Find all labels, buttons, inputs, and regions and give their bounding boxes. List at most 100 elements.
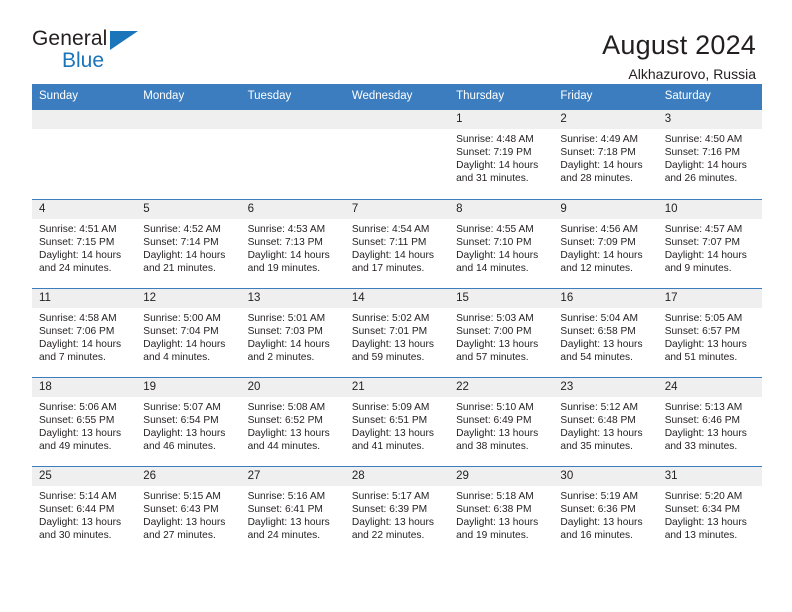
day-sunset-text: Sunset: 6:43 PM (143, 504, 219, 515)
calendar-week-row: 1 Sunrise: 4:48 AM Sunset: 7:19 PM Daylight… (32, 109, 762, 199)
day-sunset-text: Sunset: 6:34 PM (664, 504, 741, 515)
day-cell[interactable]: 4 Sunrise: 4:51 AM Sunset: 7:15 PM Daylight… (32, 199, 137, 288)
day-details: Sunrise: 5:02 AM Sunset: 7:01 PM Daylight:… (345, 308, 449, 365)
day-cell[interactable]: 15 Sunrise: 5:03 AM Sunset: 7:00 PM Dayligh… (449, 288, 554, 377)
day-daylight1-text: Daylight: 13 hours (560, 428, 643, 440)
day-number: 24 (657, 377, 762, 397)
day-daylight1-text: Daylight: 14 hours (247, 250, 330, 262)
day-sunrise-text: Sunrise: 5:01 AM (247, 312, 326, 324)
day-number: 26 (136, 466, 241, 486)
day-cell[interactable]: 19 Sunrise: 5:07 AM Sunset: 6:54 PM Dayligh… (136, 377, 241, 466)
day-details: Sunrise: 5:15 AM Sunset: 6:43 PM Daylight:… (136, 486, 240, 543)
day-daylight2-text: and 12 minutes. (560, 263, 633, 275)
day-cell[interactable]: 10 Sunrise: 4:57 AM Sunset: 7:07 PM Dayligh… (657, 199, 762, 288)
day-daylight1-text: Daylight: 13 hours (39, 517, 122, 529)
day-number: 19 (136, 377, 241, 397)
day-cell[interactable]: 5 Sunrise: 4:52 AM Sunset: 7:14 PM Daylight… (136, 199, 241, 288)
day-cell[interactable]: 21 Sunrise: 5:09 AM Sunset: 6:51 PM Dayligh… (344, 377, 450, 466)
day-sunset-text: Sunset: 7:10 PM (456, 237, 532, 248)
day-cell[interactable]: 3 Sunrise: 4:50 AM Sunset: 7:16 PM Daylight… (657, 109, 762, 199)
day-cell[interactable]: 27 Sunrise: 5:16 AM Sunset: 6:41 PM Dayligh… (240, 466, 345, 555)
day-daylight2-text: and 33 minutes. (664, 441, 738, 453)
logo-text-blue: Blue (62, 49, 105, 72)
day-cell[interactable]: 26 Sunrise: 5:15 AM Sunset: 6:43 PM Dayligh… (136, 466, 241, 555)
brand-logo[interactable]: General Blue (32, 28, 152, 74)
day-sunset-text: Sunset: 6:55 PM (39, 415, 115, 426)
day-number: 12 (136, 288, 241, 308)
day-details: Sunrise: 5:08 AM Sunset: 6:52 PM Daylight:… (241, 397, 345, 454)
calendar-grid: Sunday Monday Tuesday Wednesday Thursday Frid… (32, 84, 762, 555)
day-cell[interactable]: 11 Sunrise: 4:58 AM Sunset: 7:06 PM Dayligh… (32, 288, 137, 377)
day-daylight2-text: and 57 minutes. (456, 352, 529, 364)
day-details: Sunrise: 4:55 AM Sunset: 7:10 PM Daylight:… (449, 219, 553, 276)
day-details: Sunrise: 5:18 AM Sunset: 6:38 PM Daylight:… (449, 486, 553, 543)
day-details: Sunrise: 5:17 AM Sunset: 6:39 PM Daylight:… (345, 486, 449, 543)
day-cell[interactable]: 13 Sunrise: 5:01 AM Sunset: 7:03 PM Dayligh… (240, 288, 345, 377)
day-cell[interactable]: 20 Sunrise: 5:08 AM Sunset: 6:52 PM Dayligh… (240, 377, 345, 466)
day-cell[interactable]: 14 Sunrise: 5:02 AM Sunset: 7:01 PM Dayligh… (344, 288, 450, 377)
day-cell[interactable]: 1 Sunrise: 4:48 AM Sunset: 7:19 PM Daylight… (449, 109, 554, 199)
day-daylight1-text: Daylight: 13 hours (664, 428, 747, 440)
day-sunset-text: Sunset: 7:07 PM (664, 237, 741, 248)
day-number: 31 (657, 466, 762, 486)
day-cell[interactable]: 8 Sunrise: 4:55 AM Sunset: 7:10 PM Daylight… (449, 199, 554, 288)
day-cell[interactable]: 25 Sunrise: 5:14 AM Sunset: 6:44 PM Dayligh… (32, 466, 137, 555)
day-daylight2-text: and 14 minutes. (456, 263, 529, 275)
day-daylight2-text: and 44 minutes. (247, 441, 321, 453)
page-subtitle: Alkhazurovo, Russia (628, 66, 756, 83)
day-sunrise-text: Sunrise: 5:04 AM (560, 312, 639, 324)
day-cell[interactable]: 9 Sunrise: 4:56 AM Sunset: 7:09 PM Daylight… (553, 199, 658, 288)
day-sunset-text: Sunset: 7:16 PM (664, 147, 741, 158)
day-cell[interactable]: 31 Sunrise: 5:20 AM Sunset: 6:34 PM Dayligh… (657, 466, 762, 555)
calendar-week-row: 4 Sunrise: 4:51 AM Sunset: 7:15 PM Daylight… (32, 198, 762, 288)
day-daylight2-text: and 24 minutes. (39, 263, 112, 275)
day-sunset-text: Sunset: 6:46 PM (664, 415, 741, 426)
day-number: 21 (344, 377, 450, 397)
day-cell[interactable]: 30 Sunrise: 5:19 AM Sunset: 6:36 PM Dayligh… (553, 466, 658, 555)
day-cell[interactable]: 18 Sunrise: 5:06 AM Sunset: 6:55 PM Dayligh… (32, 377, 137, 466)
day-daylight1-text: Daylight: 13 hours (351, 517, 434, 529)
day-sunset-text: Sunset: 6:36 PM (560, 504, 636, 515)
day-details: Sunrise: 5:20 AM Sunset: 6:34 PM Daylight:… (658, 486, 762, 543)
day-daylight2-text: and 17 minutes. (351, 263, 425, 275)
day-number: 11 (32, 288, 137, 308)
day-daylight1-text: Daylight: 13 hours (143, 517, 226, 529)
day-number: 16 (553, 288, 658, 308)
page-header: General Blue August 2024 Alkhazurovo, Ru… (0, 0, 792, 82)
weekday-header-tuesday: Tuesday (247, 90, 292, 102)
day-cell[interactable]: 17 Sunrise: 5:05 AM Sunset: 6:57 PM Dayligh… (657, 288, 762, 377)
day-daylight2-text: and 51 minutes. (664, 352, 738, 364)
day-cell[interactable]: 7 Sunrise: 4:54 AM Sunset: 7:11 PM Daylight… (344, 199, 450, 288)
day-sunset-text: Sunset: 6:52 PM (247, 415, 323, 426)
day-number (344, 109, 450, 129)
day-cell[interactable]: 12 Sunrise: 5:00 AM Sunset: 7:04 PM Dayligh… (136, 288, 241, 377)
day-daylight1-text: Daylight: 14 hours (247, 339, 330, 351)
day-cell[interactable]: 24 Sunrise: 5:13 AM Sunset: 6:46 PM Dayligh… (657, 377, 762, 466)
day-cell[interactable]: 28 Sunrise: 5:17 AM Sunset: 6:39 PM Dayligh… (344, 466, 450, 555)
day-number: 27 (240, 466, 345, 486)
day-cell[interactable]: 23 Sunrise: 5:12 AM Sunset: 6:48 PM Dayligh… (553, 377, 658, 466)
day-sunset-text: Sunset: 7:11 PM (351, 237, 427, 248)
day-number: 6 (240, 199, 345, 219)
day-daylight1-text: Daylight: 14 hours (39, 339, 122, 351)
day-cell[interactable]: 2 Sunrise: 4:49 AM Sunset: 7:18 PM Daylight… (553, 109, 658, 199)
day-daylight1-text: Daylight: 13 hours (456, 339, 539, 351)
day-sunset-text: Sunset: 6:54 PM (143, 415, 219, 426)
day-sunrise-text: Sunrise: 5:19 AM (560, 490, 639, 502)
day-sunrise-text: Sunrise: 5:16 AM (247, 490, 326, 502)
title-block: August 2024 Alkhazurovo, Russia (602, 28, 756, 82)
day-number: 15 (449, 288, 554, 308)
day-details: Sunrise: 4:58 AM Sunset: 7:06 PM Daylight:… (32, 308, 136, 365)
day-cell[interactable]: 22 Sunrise: 5:10 AM Sunset: 6:49 PM Dayligh… (449, 377, 554, 466)
day-cell[interactable]: 6 Sunrise: 4:53 AM Sunset: 7:13 PM Daylight… (240, 199, 345, 288)
day-cell[interactable]: 29 Sunrise: 5:18 AM Sunset: 6:38 PM Dayligh… (449, 466, 554, 555)
day-details: Sunrise: 4:49 AM Sunset: 7:18 PM Daylight:… (553, 129, 657, 186)
day-cell[interactable]: 16 Sunrise: 5:04 AM Sunset: 6:58 PM Dayligh… (553, 288, 658, 377)
weekday-header-wednesday: Wednesday (351, 90, 413, 102)
day-daylight2-text: and 19 minutes. (247, 263, 321, 275)
day-daylight1-text: Daylight: 14 hours (664, 250, 747, 262)
day-sunset-text: Sunset: 7:01 PM (351, 326, 428, 337)
day-daylight1-text: Daylight: 13 hours (351, 428, 434, 440)
day-details: Sunrise: 5:00 AM Sunset: 7:04 PM Daylight:… (136, 308, 240, 365)
day-daylight2-text: and 19 minutes. (456, 530, 529, 542)
